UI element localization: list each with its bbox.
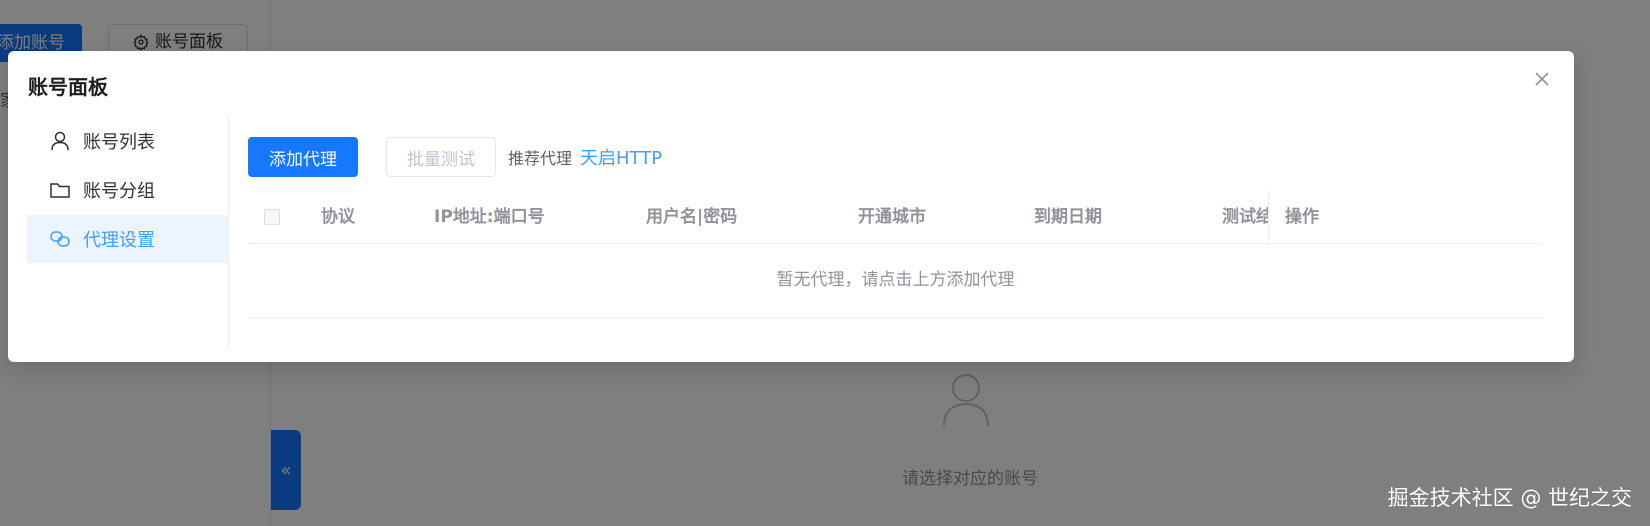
column-header-actions: 操作	[1268, 191, 1543, 243]
column-header-expiry-date: 到期日期	[1034, 207, 1102, 227]
column-header-username-password: 用户名|密码	[646, 207, 738, 227]
select-all-cell	[264, 191, 280, 243]
menu-item-label: 账号分组	[83, 181, 155, 202]
dialog-title: 账号面板	[28, 75, 108, 99]
menu-item-label: 代理设置	[83, 230, 155, 251]
column-header-city: 开通城市	[858, 207, 926, 227]
folder-icon	[49, 179, 71, 201]
menu-item-label: 账号列表	[83, 132, 155, 153]
recommend-label: 推荐代理	[508, 149, 573, 168]
table-header: 协议 IP地址:端口号 用户名|密码 开通城市 到期日期 测试结果 操作	[248, 191, 1543, 244]
dialog-menu: 账号列表 账号分组 代理设置	[27, 117, 229, 347]
table-empty-message: 暂无代理，请点击上方添加代理	[248, 244, 1543, 318]
close-button[interactable]	[1530, 67, 1554, 91]
watermark: 掘金技术社区 @ 世纪之交	[1387, 486, 1632, 510]
select-all-checkbox[interactable]	[264, 209, 280, 225]
recommend-link[interactable]: 天启HTTP	[580, 144, 662, 170]
proxy-settings-content: 添加代理 批量测试 推荐代理 天启HTTP 协议 IP地址:端口号 用户名|密码…	[248, 137, 1543, 318]
toolbar: 添加代理 批量测试 推荐代理 天启HTTP	[248, 137, 1543, 177]
add-proxy-button[interactable]: 添加代理	[248, 137, 358, 177]
proxy-table: 协议 IP地址:端口号 用户名|密码 开通城市 到期日期 测试结果 操作 暂无代…	[248, 191, 1543, 318]
batch-test-button[interactable]: 批量测试	[386, 137, 496, 177]
menu-item-account-list[interactable]: 账号列表	[27, 117, 228, 165]
close-icon	[1535, 72, 1549, 86]
column-header-protocol: 协议	[321, 207, 355, 227]
menu-item-proxy-settings[interactable]: 代理设置	[27, 215, 228, 263]
account-panel-dialog: 账号面板 账号列表 账号分组 代理设置 添加代理 批量测试 推荐代理 天启HTT…	[8, 51, 1574, 362]
menu-item-account-group[interactable]: 账号分组	[27, 166, 228, 214]
column-header-test-result: 测试结果	[1222, 207, 1274, 227]
column-header-ip-port: IP地址:端口号	[434, 207, 545, 227]
user-icon	[49, 130, 71, 152]
link-icon	[49, 228, 71, 250]
